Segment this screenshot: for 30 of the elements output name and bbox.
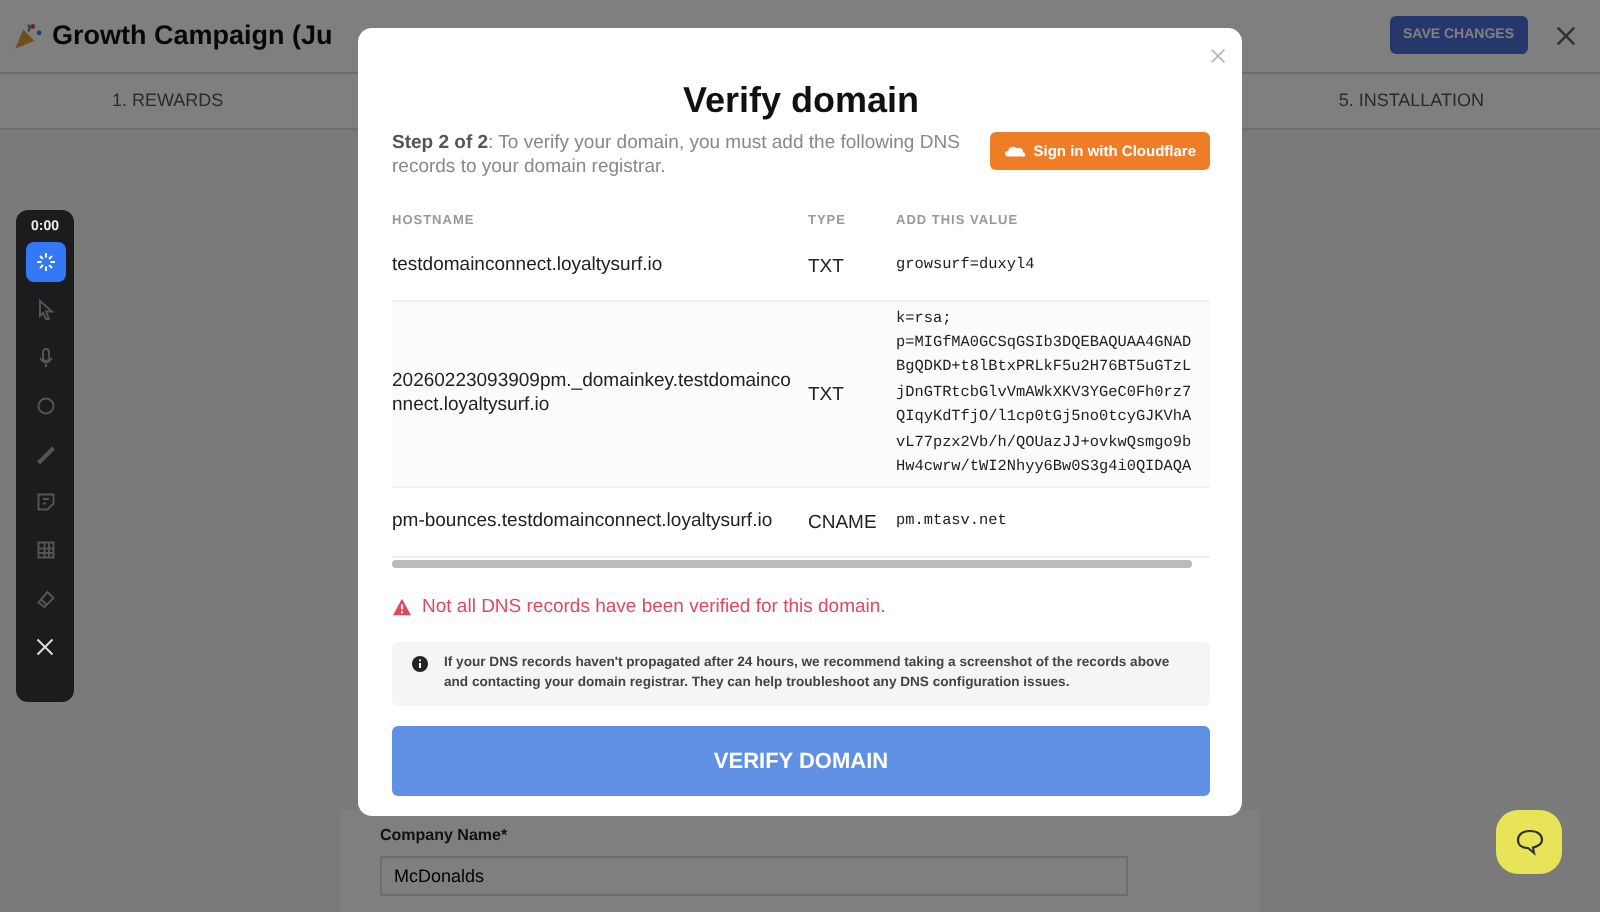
field-label: Company Name* <box>380 826 510 844</box>
mic-icon <box>33 346 57 370</box>
sparkle-tool-button[interactable] <box>25 242 65 282</box>
type-cell-text: TXT <box>808 383 846 405</box>
circle-icon <box>33 394 57 418</box>
step-description: Step 2 of 2: To verify your domain, you must add the following DNS records to your domain registrar. <box>392 132 962 180</box>
scrollbar[interactable] <box>392 560 1192 568</box>
sparkle-icon <box>33 250 57 274</box>
type-cell-text: CNAME <box>808 511 879 533</box>
note-icon <box>33 490 57 514</box>
hostname-cell-text: pm-bounces.testdomainconnect.loyaltysurf.io <box>392 510 775 534</box>
warning-icon <box>392 598 412 616</box>
verify-domain-button[interactable]: VERIFY DOMAIN <box>392 726 1210 796</box>
company-name-field[interactable]: McDonalds <box>380 856 1128 896</box>
chat-button[interactable] <box>1496 810 1562 874</box>
step-tab[interactable]: 5. INSTALLATION <box>1326 88 1496 113</box>
page-title: Growth Campaign (Ju <box>52 20 333 51</box>
chat-bubble-icon <box>1513 826 1545 858</box>
step-tab[interactable]: 1. REWARDS <box>100 88 236 113</box>
party-popper-icon <box>12 19 44 52</box>
type-cell-text: TXT <box>808 255 846 277</box>
cursor-icon <box>33 298 57 322</box>
grid-icon <box>33 538 57 562</box>
cloud-icon <box>1003 144 1026 158</box>
dialog-title: Verify domain <box>680 80 922 120</box>
eraser-icon <box>33 586 57 610</box>
hostname-cell-text: testdomainconnect.loyaltysurf.io <box>392 254 665 278</box>
error-message: Not all DNS records have been verified for this domain. <box>422 596 886 618</box>
info-icon <box>412 656 428 672</box>
hostname-cell-text: 20260223093909pm._domainkey.testdomainconnect.loyaltysurf.io <box>392 370 793 418</box>
